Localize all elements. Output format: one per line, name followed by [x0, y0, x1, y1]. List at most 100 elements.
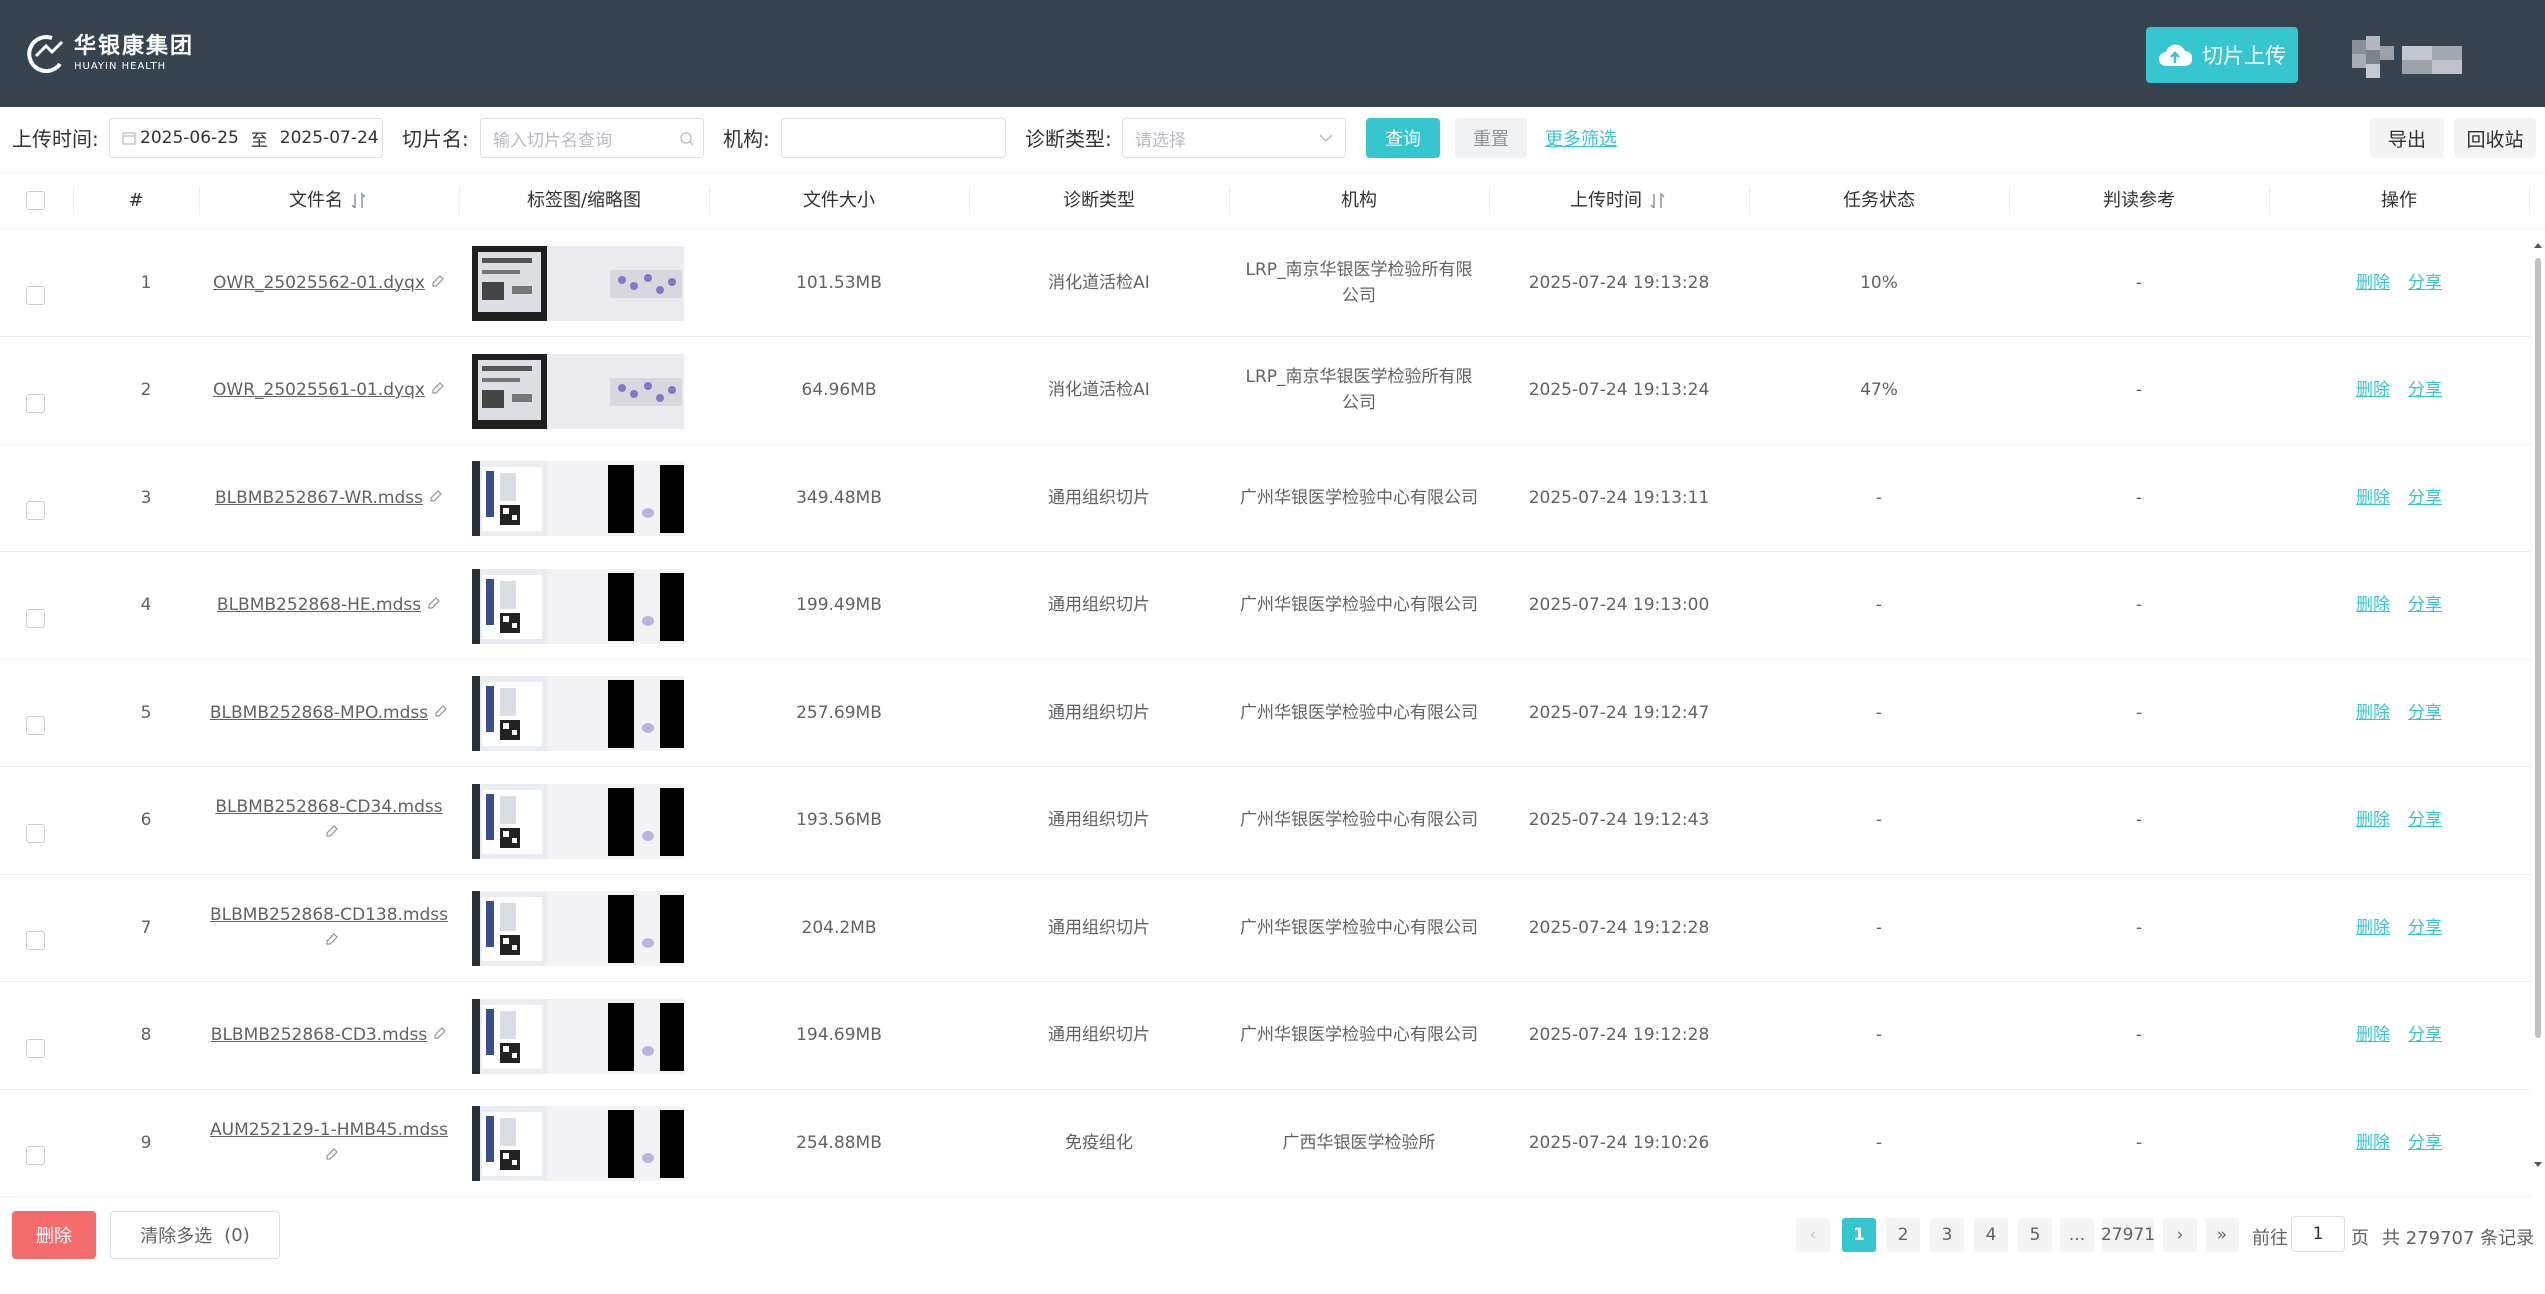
file-name-cell: BLBMB252868-HE.mdss — [209, 552, 449, 659]
edit-icon[interactable] — [434, 704, 448, 718]
file-name-cell: BLBMB252868-CD34.mdss — [209, 767, 449, 874]
table-row: 4 BLBMB252868-HE.mdss 199.49MB 通用组织切片 广州… — [0, 552, 2530, 660]
share-link[interactable]: 分享 — [2408, 485, 2442, 511]
share-link[interactable]: 分享 — [2408, 270, 2442, 296]
delete-link[interactable]: 删除 — [2356, 377, 2390, 403]
clear-selection-button[interactable]: 清除多选 (0) — [110, 1211, 280, 1259]
edit-icon[interactable] — [433, 1026, 447, 1040]
reset-button[interactable]: 重置 — [1455, 118, 1527, 158]
export-button[interactable]: 导出 — [2370, 118, 2444, 158]
page-button-2[interactable]: 2 — [1886, 1218, 1920, 1252]
delete-link[interactable]: 删除 — [2356, 1130, 2390, 1156]
page-ellipsis[interactable]: ... — [2060, 1218, 2094, 1252]
edit-icon[interactable] — [431, 274, 445, 288]
file-name-link[interactable]: OWR_25025561-01.dyqx — [213, 380, 425, 400]
file-name-link[interactable]: BLBMB252867-WR.mdss — [215, 488, 423, 508]
slide-thumbnail[interactable] — [472, 891, 684, 966]
org-name: LRP_南京华银医学检验所有限公司 — [1245, 367, 1473, 413]
slide-thumbnail[interactable] — [472, 676, 684, 751]
delete-link[interactable]: 删除 — [2356, 485, 2390, 511]
column-file-name[interactable]: 文件名 — [199, 173, 459, 229]
share-link[interactable]: 分享 — [2408, 592, 2442, 618]
delete-link[interactable]: 删除 — [2356, 1022, 2390, 1048]
row-checkbox[interactable] — [26, 393, 45, 413]
slide-upload-button[interactable]: 切片上传 — [2146, 27, 2298, 83]
row-checkbox[interactable] — [26, 1146, 45, 1165]
goto-page-input[interactable]: 1 — [2291, 1216, 2345, 1252]
edit-icon[interactable] — [431, 381, 445, 395]
row-checkbox[interactable] — [26, 1038, 45, 1058]
select-all-checkbox[interactable] — [26, 191, 45, 210]
column-upload-time[interactable]: 上传时间 — [1489, 173, 1749, 229]
org-name: 广州华银医学检验中心有限公司 — [1240, 917, 1478, 938]
slide-thumbnail[interactable] — [472, 353, 684, 429]
slide-thumbnail[interactable] — [472, 568, 684, 644]
file-size: 257.69MB — [796, 702, 882, 723]
edit-icon[interactable] — [325, 824, 339, 838]
share-link[interactable]: 分享 — [2408, 1130, 2442, 1156]
file-name-link[interactable]: OWR_25025562-01.dyqx — [213, 273, 425, 293]
delete-link[interactable]: 删除 — [2356, 270, 2390, 296]
row-index: 5 — [140, 702, 152, 723]
row-checkbox[interactable] — [26, 931, 45, 950]
diag-type: 通用组织切片 — [1048, 1025, 1150, 1045]
row-checkbox[interactable] — [26, 608, 45, 628]
share-link[interactable]: 分享 — [2408, 377, 2442, 403]
query-button[interactable]: 查询 — [1366, 118, 1440, 158]
slide-thumbnail[interactable] — [472, 461, 684, 536]
share-link[interactable]: 分享 — [2408, 915, 2442, 941]
row-actions: 删除 分享 — [2269, 229, 2529, 336]
edit-icon[interactable] — [325, 932, 339, 946]
file-name-link[interactable]: BLBMB252868-HE.mdss — [217, 595, 421, 615]
slide-thumbnail[interactable] — [472, 1106, 684, 1181]
table-scrollbar[interactable] — [2533, 240, 2543, 1170]
edit-icon[interactable] — [325, 1147, 339, 1161]
slide-thumbnail[interactable] — [472, 246, 684, 321]
delete-link[interactable]: 删除 — [2356, 915, 2390, 941]
row-checkbox[interactable] — [26, 286, 45, 305]
slide-thumbnail[interactable] — [472, 783, 684, 859]
file-name-link[interactable]: AUM252129-1-HMB45.mdss — [210, 1120, 448, 1140]
page-button-3[interactable]: 3 — [1930, 1218, 1964, 1252]
next-page-button[interactable]: › — [2163, 1218, 2197, 1252]
last-page-jump-icon[interactable]: » — [2205, 1218, 2239, 1252]
table-footer: 删除 清除多选 (0) ‹ 12345 ... 27971 › » 前往 1 页… — [0, 1180, 2545, 1294]
row-checkbox[interactable] — [26, 501, 45, 520]
page-button-4[interactable]: 4 — [1974, 1218, 2008, 1252]
sort-icon[interactable] — [349, 191, 369, 211]
row-checkbox[interactable] — [26, 716, 45, 735]
page-button-1[interactable]: 1 — [1842, 1218, 1876, 1252]
search-icon — [680, 132, 694, 146]
edit-icon[interactable] — [429, 489, 443, 503]
date-range-picker[interactable]: 2025-06-25 至 2025-07-24 — [109, 118, 383, 158]
share-link[interactable]: 分享 — [2408, 700, 2442, 726]
bulk-delete-button[interactable]: 删除 — [12, 1211, 96, 1259]
delete-link[interactable]: 删除 — [2356, 807, 2390, 833]
table-row: 7 BLBMB252868-CD138.mdss 204.2MB 通用组织切片 … — [0, 874, 2530, 982]
file-name-link[interactable]: BLBMB252868-MPO.mdss — [210, 703, 428, 723]
file-name-link[interactable]: BLBMB252868-CD138.mdss — [210, 905, 448, 925]
slide-name-placeholder: 输入切片名查询 — [493, 130, 612, 151]
delete-link[interactable]: 删除 — [2356, 700, 2390, 726]
last-page-button[interactable]: 27971 — [2101, 1218, 2155, 1252]
slide-thumbnail[interactable] — [472, 998, 684, 1074]
delete-link[interactable]: 删除 — [2356, 592, 2390, 618]
prev-page-button[interactable]: ‹ — [1796, 1218, 1830, 1252]
edit-icon[interactable] — [427, 596, 441, 610]
reading-ref: - — [2135, 380, 2143, 400]
row-checkbox[interactable] — [26, 823, 45, 843]
org-input[interactable] — [781, 118, 1006, 158]
recycle-bin-button[interactable]: 回收站 — [2454, 118, 2536, 158]
share-link[interactable]: 分享 — [2408, 807, 2442, 833]
user-avatar[interactable] — [2352, 36, 2492, 78]
diag-type-select[interactable]: 请选择 — [1122, 118, 1346, 158]
file-name-link[interactable]: BLBMB252868-CD34.mdss — [215, 797, 442, 817]
slide-name-input[interactable]: 输入切片名查询 — [480, 118, 704, 158]
file-name-link[interactable]: BLBMB252868-CD3.mdss — [211, 1025, 427, 1045]
share-link[interactable]: 分享 — [2408, 1022, 2442, 1048]
more-filters-link[interactable]: 更多筛选 — [1545, 118, 1617, 158]
file-size: 194.69MB — [796, 1025, 882, 1045]
org-name: 广州华银医学检验中心有限公司 — [1240, 487, 1478, 508]
sort-icon[interactable] — [1648, 191, 1668, 211]
page-button-5[interactable]: 5 — [2018, 1218, 2052, 1252]
